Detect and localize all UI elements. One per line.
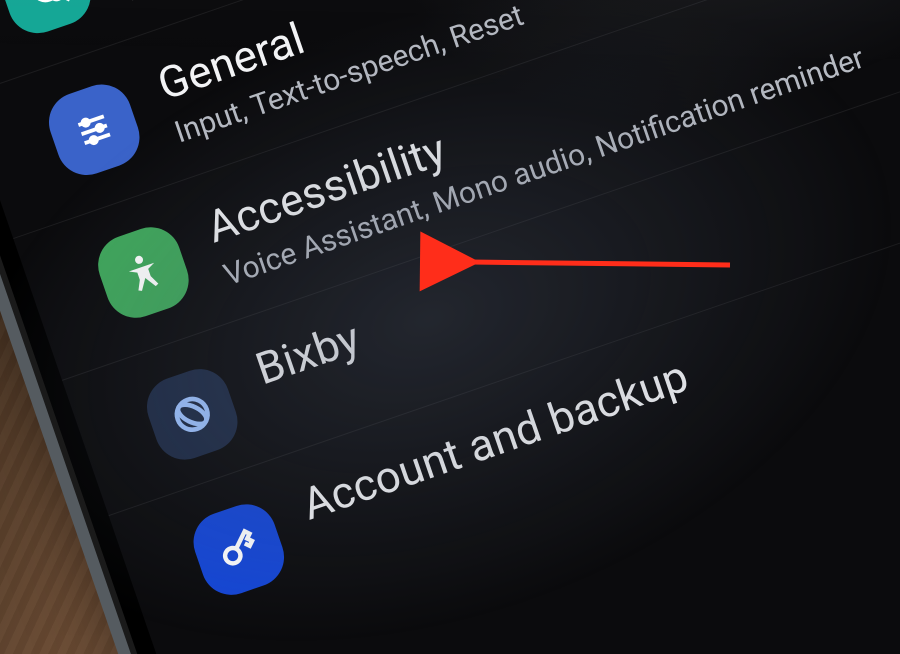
photo-stage: SOS Emergency contacts, Detect falls: [0, 0, 900, 654]
accessibility-icon: [90, 219, 197, 326]
key-icon: [185, 496, 292, 603]
sliders-icon: [41, 76, 148, 183]
phone-screen: SOS Emergency contacts, Detect falls: [0, 0, 900, 654]
bixby-icon: [139, 361, 246, 468]
settings-list: SOS Emergency contacts, Detect falls: [0, 0, 900, 650]
phone-body: SOS Emergency contacts, Detect falls: [0, 0, 900, 654]
find-watch-icon: [0, 0, 99, 41]
